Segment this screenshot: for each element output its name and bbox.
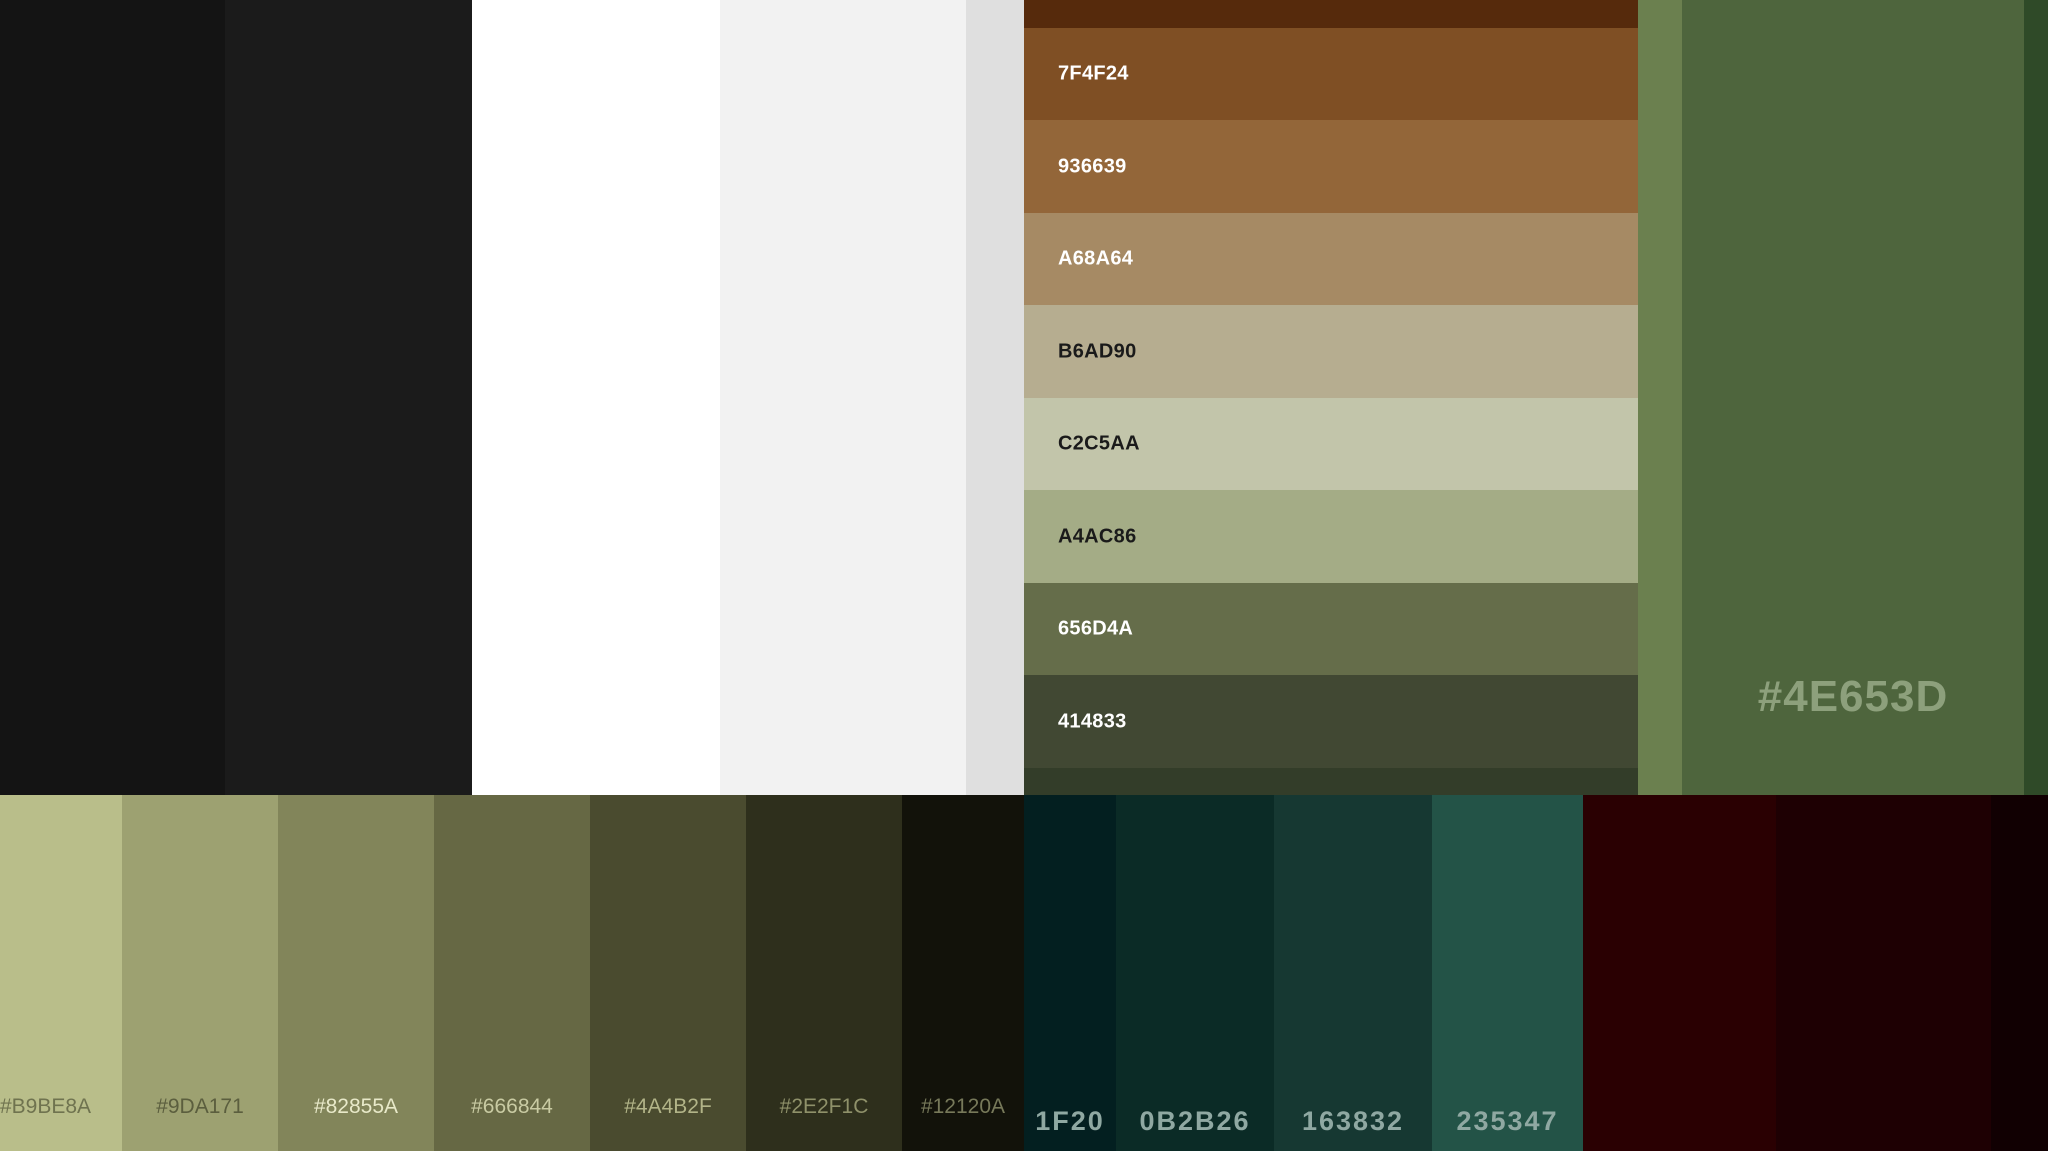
swatch-hex-label: #B9BE8A [0,1095,92,1118]
swatch-hex-label: 7F4F24 [1058,62,1129,85]
swatch-darkest-red [1991,795,2048,1151]
green-hex-label: #4E653D [1757,672,1949,721]
swatch-near-black [0,0,225,795]
swatch-hex-label: #2E2F1C [779,1095,869,1118]
swatch-hex-label: #9DA171 [156,1095,244,1118]
swatch-hex-label: 163832 [1301,1106,1405,1136]
swatch-hex-label: A4AC86 [1058,525,1137,547]
swatch-hex-label: 235347 [1456,1106,1559,1136]
swatch-hex-label: A68A64 [1058,247,1134,270]
olive-swatch: #B9BE8A [0,795,122,1151]
strip-swatch-bottom [1024,768,1638,795]
olive-swatch: #2E2F1C [746,795,902,1151]
olive-swatch: #12120A [902,795,1024,1151]
swatch-hex-label: #4A4B2F [624,1095,712,1118]
olive-swatch: #666844 [434,795,590,1151]
strip-swatch: A4AC86 [1024,490,1638,583]
strip-swatch: A68A64 [1024,213,1638,305]
swatch-dark-gray [225,0,472,795]
swatch-hex-label: 936639 [1058,155,1127,177]
strip-swatch-top [1024,0,1638,28]
swatch-hex-label: 656D4A [1058,617,1134,640]
swatch-hex-label: #82855A [313,1095,399,1118]
swatch-white [472,0,720,795]
swatch-hex-label: 0B2B26 [1139,1106,1251,1136]
swatch-dark-green [2024,0,2048,795]
swatch-hex-label: B6AD90 [1058,340,1137,362]
strip-swatch: B6AD90 [1024,305,1638,398]
swatch-light-gray [966,0,1024,795]
swatch-hex-label: C2C5AA [1058,432,1140,455]
swatch-dark-red [1583,795,1776,1151]
strip-swatch: 656D4A [1024,583,1638,675]
teal-swatch: 163832 [1274,795,1432,1151]
teal-swatch: 1F20 [1024,795,1116,1151]
strip-swatch: 7F4F24 [1024,28,1638,120]
olive-swatch: #4A4B2F [590,795,746,1151]
swatch-hex-label: #12120A [920,1095,1006,1118]
swatch-hex-label: 1F20 [1035,1106,1105,1136]
olive-swatch: #9DA171 [122,795,278,1151]
strip-swatch: 936639 [1024,120,1638,213]
swatch-darker-red [1776,795,1991,1151]
strip-swatch: C2C5AA [1024,398,1638,490]
teal-swatch: 235347 [1432,795,1583,1151]
swatch-light-green [1638,0,1682,795]
teal-swatch: 0B2B26 [1116,795,1274,1151]
olive-swatch: #82855A [278,795,434,1151]
strip-swatch: 414833 [1024,675,1638,768]
swatch-hex-label: 414833 [1058,710,1127,732]
swatch-hex-label: #666844 [471,1095,553,1118]
swatch-off-white [720,0,966,795]
